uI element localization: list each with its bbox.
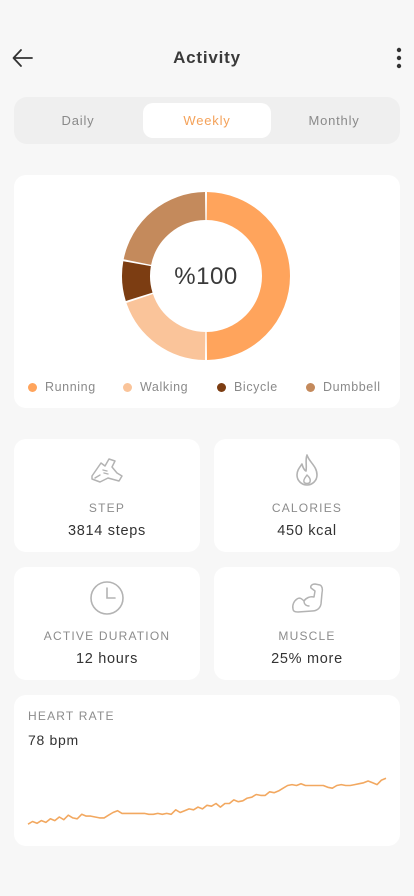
legend-label: Running (45, 380, 96, 394)
tab-daily[interactable]: Daily (14, 103, 142, 138)
donut-center-label: %100 (174, 263, 237, 290)
stat-label: ACTIVE DURATION (43, 629, 171, 643)
step-card[interactable]: STEP 3814 steps (14, 439, 200, 552)
donut-segment-bicycle (122, 261, 153, 301)
legend-dot (28, 382, 37, 392)
chart-legend: Running Walking Bicycle Dumbbell (14, 380, 400, 396)
stat-value: 3814 steps (68, 523, 146, 539)
legend-dot (217, 382, 226, 392)
tab-monthly[interactable]: Monthly (270, 103, 398, 138)
clock-icon (90, 581, 124, 615)
heart-rate-chart (27, 777, 387, 825)
legend-dot (306, 382, 315, 392)
stat-value: 12 hours (75, 651, 139, 667)
legend-item-walking: Walking (123, 380, 188, 394)
legend-item-bicycle: Bicycle (217, 380, 278, 394)
stat-label: MUSCLE (278, 629, 336, 643)
legend-dot (123, 382, 132, 392)
tab-weekly[interactable]: Weekly (143, 103, 271, 138)
donut-chart: %100 (122, 192, 290, 360)
legend-label: Bicycle (234, 380, 278, 394)
period-tabs: Daily Weekly Monthly (14, 97, 400, 144)
page-title: Activity (173, 48, 241, 67)
flame-icon (296, 454, 318, 486)
active-duration-card[interactable]: ACTIVE DURATION 12 hours (14, 567, 200, 680)
heart-rate-card[interactable]: HEART RATE 78 bpm (14, 695, 400, 846)
donut-segment-walking (126, 293, 206, 360)
activity-breakdown-card: %100 Running Walking Bicycle Dumbbell (14, 175, 400, 408)
stat-value: 450 kcal (277, 523, 337, 539)
muscle-card[interactable]: MUSCLE 25% more (214, 567, 400, 680)
legend-item-dumbbell: Dumbbell (306, 380, 381, 394)
sneaker-icon (91, 458, 123, 483)
heart-rate-line (27, 777, 387, 825)
legend-label: Dumbbell (323, 380, 381, 394)
more-options-button[interactable] (390, 46, 408, 70)
bicep-icon (292, 583, 324, 613)
legend-item-running: Running (28, 380, 96, 394)
legend-label: Walking (140, 380, 189, 394)
calories-card[interactable]: CALORIES 450 kcal (214, 439, 400, 552)
donut-segment-dumbbell (123, 192, 206, 266)
stat-label: STEP (88, 501, 126, 515)
stat-label: CALORIES (271, 501, 343, 515)
more-vertical-icon (396, 47, 402, 69)
stat-value: 25% more (271, 651, 343, 667)
